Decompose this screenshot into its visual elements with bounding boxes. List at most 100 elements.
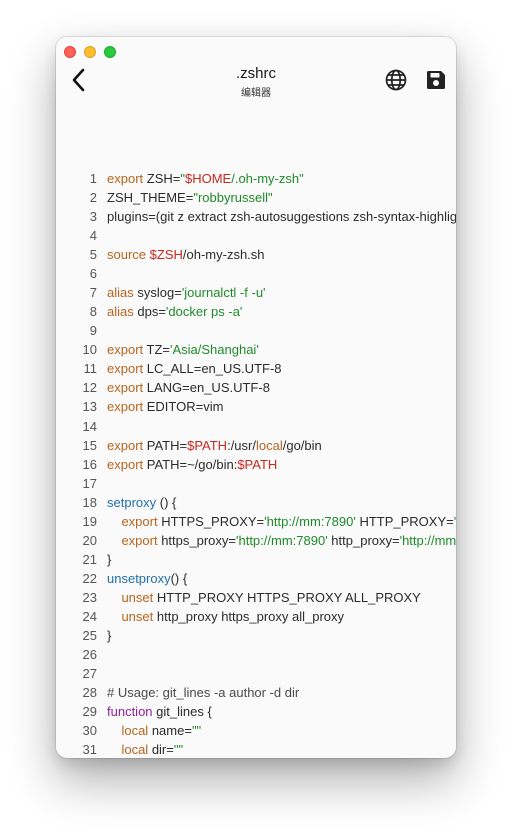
- code-token: http_proxy https_proxy all_proxy: [153, 608, 345, 624]
- line-code: unset http_proxy https_proxy all_proxy: [107, 607, 344, 626]
- code-token: TZ=: [143, 342, 170, 358]
- line-code: local name="": [107, 721, 201, 740]
- code-token: 'http://mm:7890': [399, 532, 456, 548]
- line-number: 13: [82, 399, 97, 415]
- line-number: 8: [89, 304, 97, 320]
- code-editor[interactable]: 1 export ZSH="$HOME/.oh-my-zsh" 2 ZSH_THEME…: [56, 131, 456, 758]
- code-token: "": [191, 723, 202, 739]
- code-token: PATH=~/go/bin:: [143, 456, 238, 472]
- traffic-lights: [64, 46, 116, 58]
- line-number: 7: [89, 285, 97, 301]
- code-token: HTTP_PROXY HTTPS_PROXY ALL_PROXY: [153, 589, 421, 605]
- line-code: export PATH=~/go/bin:$PATH: [107, 455, 277, 474]
- code-token: local: [121, 742, 149, 758]
- line-code: }: [107, 550, 111, 569]
- globe-icon[interactable]: [384, 68, 408, 92]
- line-code: # Usage: git_lines -a author -d dir: [107, 683, 299, 702]
- code-token: alias: [107, 304, 134, 320]
- code-token: 'docker ps -a': [165, 304, 243, 320]
- code-token: HTTPS_PROXY=: [157, 513, 265, 529]
- line-number: 12: [82, 380, 97, 396]
- code-token: plugins=(git z extract zsh-autosuggestio…: [107, 209, 456, 225]
- line-code: export https_proxy='http://mm:7890' http…: [107, 531, 456, 550]
- code-token: PATH=: [143, 437, 188, 453]
- line-number: 16: [82, 456, 97, 472]
- line-code: setproxy () {: [107, 493, 176, 512]
- line-number: 26: [82, 647, 97, 662]
- code-token: name=: [148, 723, 192, 739]
- save-icon[interactable]: [425, 69, 447, 91]
- code-token: dir=: [148, 742, 174, 758]
- line-code: ZSH_THEME="robbyrussell": [107, 188, 273, 207]
- code-token: export: [107, 456, 144, 472]
- code-token: "": [173, 742, 184, 758]
- code-token: $PATH: [237, 456, 278, 472]
- line-number: 2: [89, 190, 97, 206]
- code-token: setproxy: [107, 494, 157, 510]
- code-token: export: [107, 399, 144, 415]
- line-number: 17: [82, 475, 97, 491]
- code-token: 'http://mm:7890': [453, 513, 456, 529]
- code-token: "robbyrussell": [193, 190, 273, 206]
- line-number: 3: [89, 209, 97, 225]
- line-number: 23: [82, 589, 97, 605]
- line-number: 6: [89, 266, 97, 282]
- line-code: export LC_ALL=en_US.UTF-8: [107, 359, 282, 378]
- code-token: alias: [107, 285, 134, 301]
- line-number: 14: [82, 418, 97, 434]
- code-token: local: [121, 723, 149, 739]
- line-code: source $ZSH/oh-my-zsh.sh: [107, 245, 265, 264]
- code-token: :/usr/: [227, 437, 256, 453]
- code-token: export: [107, 380, 144, 396]
- line-number: 25: [82, 627, 97, 643]
- code-token: }: [107, 551, 112, 567]
- code-token: unset: [121, 589, 154, 605]
- line-code: export PATH=$PATH:/usr/local/go/bin: [107, 436, 322, 455]
- line-number: 19: [82, 513, 97, 529]
- code-token: ZSH=: [143, 171, 181, 186]
- line-number: 9: [89, 323, 97, 339]
- line-number: 1: [89, 171, 97, 186]
- code-token: EDITOR=vim: [143, 399, 224, 415]
- code-token: local: [255, 437, 283, 453]
- code-token: export: [107, 342, 144, 358]
- line-code: export EDITOR=vim: [107, 397, 223, 416]
- line-code: plugins=(git z extract zsh-autosuggestio…: [107, 207, 456, 226]
- code-token: git_lines {: [152, 704, 212, 720]
- line-number: 31: [82, 742, 97, 758]
- code-token: $PATH: [187, 437, 228, 453]
- editor-window: .zshrc 编辑器 1 export ZSH="$HOME/.oh-my-zsh…: [56, 37, 456, 758]
- code-token: function: [107, 704, 153, 720]
- code-token: ZSH_THEME=: [107, 190, 194, 206]
- close-window-button[interactable]: [64, 46, 76, 58]
- line-code: export ZSH="$HOME/.oh-my-zsh": [107, 169, 304, 188]
- code-token: () {: [170, 570, 188, 586]
- line-number: 27: [82, 666, 97, 682]
- line-number: 5: [89, 247, 97, 263]
- line-number: 22: [82, 570, 97, 586]
- line-number: 30: [82, 723, 97, 739]
- line-code: local dir="": [107, 740, 183, 758]
- code-token: }: [107, 627, 112, 643]
- code-token: /oh-my-zsh.sh: [182, 247, 265, 263]
- code-token: http_proxy=: [327, 532, 400, 548]
- line-number: 18: [82, 494, 97, 510]
- line-number: 29: [82, 704, 97, 720]
- line-number: 4: [89, 228, 97, 244]
- code-token: 'http://mm:7890': [236, 532, 328, 548]
- code-token: https_proxy=: [157, 532, 236, 548]
- zoom-window-button[interactable]: [104, 46, 116, 58]
- line-code: export LANG=en_US.UTF-8: [107, 378, 270, 397]
- code-token: export: [121, 513, 158, 529]
- minimize-window-button[interactable]: [84, 46, 96, 58]
- line-number: 24: [82, 608, 97, 624]
- code-token: export: [121, 532, 158, 548]
- line-code: export TZ='Asia/Shanghai': [107, 340, 259, 359]
- line-code: alias dps='docker ps -a': [107, 302, 242, 321]
- code-token: $HOME: [184, 171, 232, 186]
- code-token: 'journalctl -f -u': [181, 285, 266, 301]
